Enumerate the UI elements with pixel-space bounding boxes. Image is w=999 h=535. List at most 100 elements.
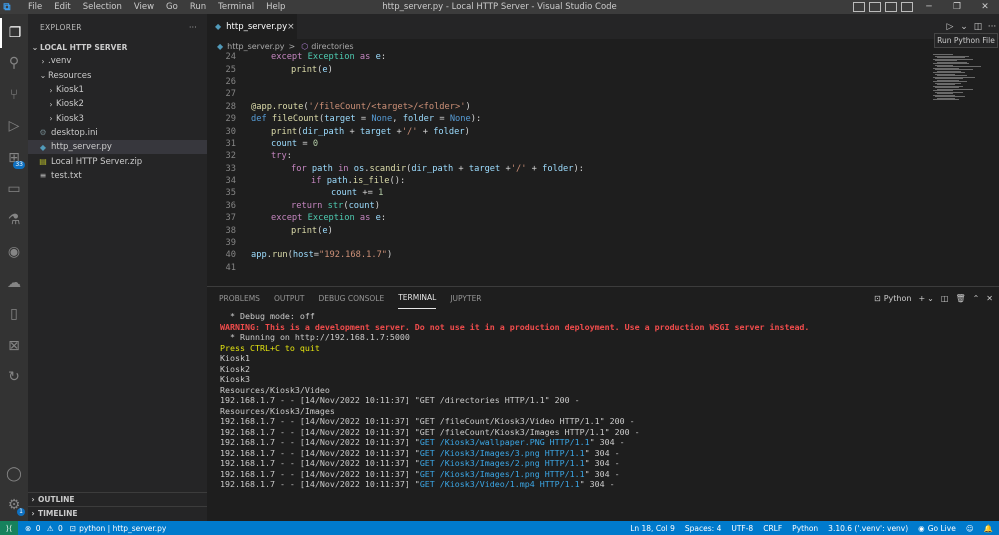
menu-help[interactable]: Help [260, 2, 291, 12]
terminal-output[interactable]: * Debug mode: off WARNING: This is a deve… [220, 311, 990, 490]
customize-layout-icon[interactable] [901, 2, 913, 12]
extensions-icon[interactable]: ⊞ 33 [0, 143, 28, 173]
minimize-button[interactable]: ─ [915, 2, 943, 12]
chevron-down-icon: ⌄ [39, 71, 47, 81]
tree-item-kiosk1[interactable]: › Kiosk1 [28, 83, 207, 97]
run-debug-icon[interactable]: ▷ [0, 111, 28, 141]
menu-selection[interactable]: Selection [77, 2, 128, 12]
search-icon[interactable]: ⚲ [0, 48, 28, 78]
terminal-name[interactable]: Python [884, 294, 912, 303]
manage-icon[interactable]: ⚙ 1 [0, 490, 28, 520]
menu-terminal[interactable]: Terminal [212, 2, 260, 12]
code-token: + [391, 126, 402, 137]
title-bar: ⧉ File Edit Selection View Go Run Termin… [0, 0, 999, 14]
python-interpreter[interactable]: 3.10.6 ('.venv': venv) [828, 524, 908, 533]
gitlens-icon[interactable]: ◉ [0, 237, 28, 267]
python-icon[interactable]: ⊠ [0, 331, 28, 361]
workspace-root[interactable]: ⌄ LOCAL HTTP SERVER [28, 40, 207, 54]
breadcrumb-symbol[interactable]: directories [311, 42, 353, 51]
tree-item-zip[interactable]: ▤ Local HTTP Server.zip [28, 154, 207, 168]
tab-terminal[interactable]: TERMINAL [398, 287, 437, 309]
kill-terminal-icon[interactable]: 🗑 [955, 294, 965, 303]
warning-count: 0 [57, 523, 63, 533]
language-mode[interactable]: Python [792, 524, 818, 533]
line-number: 28 [225, 101, 236, 112]
code-editor[interactable]: 24 except Exception as e:25 print(e) 26 27 28… [207, 51, 927, 274]
accounts-icon[interactable]: ◯ [0, 459, 28, 489]
testing-icon[interactable]: ⚗ [0, 205, 28, 235]
run-python-file-icon[interactable]: ▷ [943, 22, 957, 32]
new-terminal-icon[interactable]: + [918, 294, 925, 303]
code-token: folder [433, 126, 465, 137]
tree-item-desktop-ini[interactable]: ⚙ desktop.ini [28, 126, 207, 140]
encoding[interactable]: UTF-8 [731, 524, 753, 533]
remote-explorer-icon[interactable]: ▭ [0, 174, 28, 204]
tab-jupyter[interactable]: JUPYTER [450, 287, 481, 309]
code-token: '/' [401, 126, 418, 137]
problems-status[interactable]: ⊗ 0 ⚠ 0 [25, 524, 63, 533]
active-terminal-status[interactable]: python | http_server.py [79, 524, 166, 533]
tab-http-server-py[interactable]: ◆ http_server.py × [207, 14, 297, 39]
explorer-more-actions[interactable]: ··· [189, 23, 197, 32]
maximize-panel-icon[interactable]: ⌃ [973, 294, 980, 303]
go-live-button[interactable]: Go Live [928, 524, 956, 533]
code-token: as [354, 52, 376, 63]
menu-go[interactable]: Go [160, 2, 184, 12]
restore-button[interactable]: ❐ [943, 2, 971, 12]
explorer-icon[interactable]: ❐ [0, 18, 28, 48]
close-tab-icon[interactable]: × [287, 22, 295, 32]
minimap[interactable] [927, 51, 999, 286]
notifications-icon[interactable]: 🔔 [984, 524, 993, 533]
tree-item-label: desktop.ini [51, 127, 98, 138]
split-editor-icon[interactable]: ◫ [971, 22, 985, 32]
tab-debug-console[interactable]: DEBUG CONSOLE [319, 287, 385, 309]
terminal-dropdown-icon[interactable]: ⌄ [927, 294, 934, 303]
code-token: count [348, 200, 375, 211]
tree-item-kiosk3[interactable]: › Kiosk3 [28, 111, 207, 125]
end-of-line[interactable]: CRLF [763, 524, 782, 533]
toggle-secondary-sidebar-icon[interactable] [885, 2, 897, 12]
code-token: dir_path [411, 163, 454, 174]
notebook-icon[interactable]: ▯ [0, 299, 28, 329]
menu-run[interactable]: Run [184, 2, 212, 12]
tree-item-venv[interactable]: › .venv [28, 54, 207, 68]
remote-indicator-icon[interactable]: ⟩⟨ [0, 521, 18, 535]
code-line: 34 if path. is_file (): [207, 175, 927, 187]
feedback-icon[interactable]: ☺ [966, 524, 974, 533]
tree-item-kiosk2[interactable]: › Kiosk2 [28, 97, 207, 111]
menu-edit[interactable]: Edit [48, 2, 76, 12]
tab-problems[interactable]: PROBLEMS [219, 287, 260, 309]
source-control-icon[interactable]: ⑂ [0, 80, 28, 110]
outline-section[interactable]: › OUTLINE [28, 492, 207, 506]
code-token: scandir [369, 163, 407, 174]
close-window-button[interactable]: ✕ [971, 2, 999, 12]
terminal-text: " 304 - [584, 458, 620, 469]
code-token: , [392, 114, 403, 125]
toggle-sidebar-icon[interactable] [853, 2, 865, 12]
code-token: app [251, 250, 267, 261]
tree-item-resources[interactable]: ⌄ Resources [28, 69, 207, 83]
live-share-icon[interactable]: ↻ [0, 362, 28, 392]
code-token: '/fileCount/<target>/<folder>' [308, 101, 466, 112]
tree-item-http-server-py[interactable]: ◆ http_server.py [28, 140, 207, 155]
split-terminal-icon[interactable]: ◫ [941, 294, 949, 303]
terminal-text: 192.168.1.7 - - [14/Nov/2022 10:11:37] "… [220, 426, 640, 437]
chevron-right-icon: › [49, 99, 53, 109]
indentation[interactable]: Spaces: 4 [685, 524, 721, 533]
timeline-section[interactable]: › TIMELINE [28, 506, 207, 520]
breadcrumb-file[interactable]: http_server.py [227, 42, 284, 51]
run-options-chevron-icon[interactable]: ⌄ [957, 22, 971, 32]
menu-view[interactable]: View [128, 2, 160, 12]
close-panel-icon[interactable]: ✕ [986, 294, 993, 303]
tab-output[interactable]: OUTPUT [274, 287, 305, 309]
terminal-text: " 304 - [579, 479, 615, 490]
tree-item-test-txt[interactable]: ≡ test.txt [28, 169, 207, 183]
menu-file[interactable]: File [22, 2, 48, 12]
code-token: None [449, 114, 471, 125]
terminal-line: 192.168.1.7 - - [14/Nov/2022 10:11:37] "… [220, 469, 990, 480]
code-token: os [353, 163, 365, 174]
docker-icon[interactable]: ☁ [0, 268, 28, 298]
more-actions-icon[interactable]: ··· [985, 22, 999, 32]
cursor-position[interactable]: Ln 18, Col 9 [630, 524, 675, 533]
toggle-panel-icon[interactable] [869, 2, 881, 12]
